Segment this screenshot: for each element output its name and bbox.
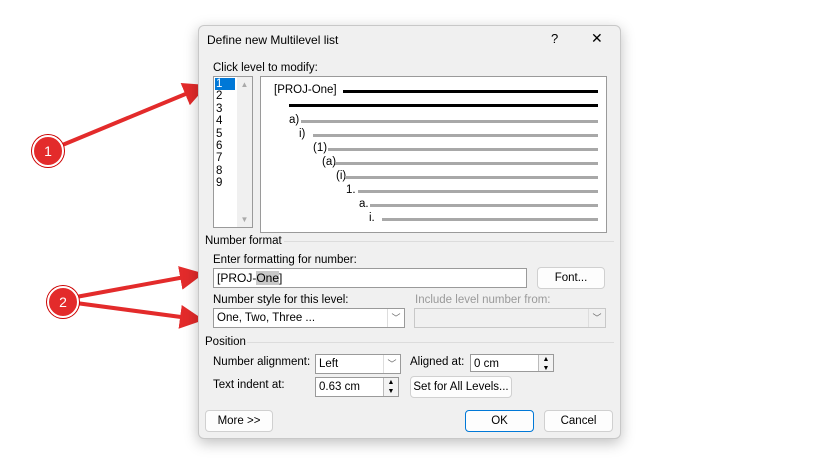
- level-item[interactable]: 5: [216, 128, 222, 140]
- preview-line: [313, 134, 598, 137]
- annotation-circle-1: 1: [32, 135, 64, 167]
- number-alignment-label: Number alignment:: [213, 356, 311, 368]
- alignment-value: Left: [319, 358, 339, 370]
- number-style-label: Number style for this level:: [213, 294, 349, 306]
- preview-line: [335, 162, 598, 165]
- format-text-end: ]: [279, 271, 283, 285]
- annotation-circle-2: 2: [47, 286, 79, 318]
- level-item[interactable]: 6: [216, 140, 222, 152]
- ok-button[interactable]: OK: [465, 410, 534, 432]
- preview-line: [328, 148, 598, 151]
- format-text: [PROJ-: [217, 271, 257, 285]
- levels-label: Click level to modify:: [213, 62, 318, 74]
- aligned-at-value: 0 cm: [474, 358, 499, 370]
- number-style-value: One, Two, Three ...: [217, 312, 316, 324]
- preview-line: [370, 204, 598, 207]
- arrow-1: [59, 83, 208, 148]
- text-indent-input[interactable]: 0.63 cm ▲ ▼: [315, 377, 399, 397]
- level-item[interactable]: 2: [216, 90, 222, 102]
- chevron-down-icon: ﹀: [383, 355, 400, 373]
- position-heading: Position: [205, 336, 246, 348]
- level-item[interactable]: 4: [216, 115, 222, 127]
- number-format-heading: Number format: [205, 235, 282, 247]
- enter-format-label: Enter formatting for number:: [213, 254, 357, 266]
- arrow-2b: [75, 301, 204, 329]
- indent-value: 0.63 cm: [319, 381, 360, 393]
- dialog-title: Define new Multilevel list: [207, 33, 339, 47]
- multilevel-list-dialog: Define new Multilevel list ? ✕ Click lev…: [198, 25, 621, 439]
- number-style-select[interactable]: One, Two, Three ... ﹀: [213, 308, 405, 328]
- level-item[interactable]: 1: [216, 78, 222, 90]
- chevron-down-icon: ﹀: [387, 309, 404, 327]
- level-item[interactable]: 8: [216, 165, 222, 177]
- list-scrollbar[interactable]: ▲ ▼: [237, 77, 252, 227]
- format-selected-text: One: [256, 271, 280, 285]
- include-level-select: ﹀: [414, 308, 606, 328]
- aligned-at-input[interactable]: 0 cm ▲ ▼: [470, 354, 554, 372]
- preview-level-label: (1): [313, 142, 328, 154]
- spinner-icon[interactable]: ▲ ▼: [383, 378, 398, 396]
- close-button[interactable]: ✕: [591, 30, 603, 47]
- preview-level-label: (a): [322, 156, 337, 168]
- level-listbox[interactable]: 123456789 ▲ ▼: [213, 76, 253, 228]
- preview-level-label: a.: [359, 198, 369, 210]
- level-item[interactable]: 7: [216, 152, 222, 164]
- arrow-2a: [75, 266, 204, 299]
- level-item[interactable]: 9: [216, 177, 222, 189]
- number-alignment-select[interactable]: Left ﹀: [315, 354, 401, 374]
- level-item[interactable]: 3: [216, 103, 222, 115]
- preview-line: [301, 120, 598, 123]
- help-button[interactable]: ?: [551, 31, 558, 46]
- chevron-down-icon: ﹀: [588, 309, 605, 327]
- text-indent-label: Text indent at:: [213, 379, 285, 391]
- aligned-at-label: Aligned at:: [410, 356, 465, 368]
- include-level-label: Include level number from:: [415, 294, 551, 306]
- preview-level-label: a): [289, 114, 300, 126]
- preview-line: [382, 218, 598, 221]
- cancel-button[interactable]: Cancel: [544, 410, 613, 432]
- preview-level-1: [PROJ-One]: [274, 84, 337, 96]
- preview-level-label: i.: [369, 212, 375, 224]
- preview-line: [345, 176, 598, 179]
- preview-line: [358, 190, 598, 193]
- list-preview: [PROJ-One] a) i) (1) (a) (i) 1. a. i.: [260, 76, 607, 233]
- more-button[interactable]: More >>: [205, 410, 273, 432]
- preview-level-label: i): [299, 128, 306, 140]
- spinner-icon[interactable]: ▲ ▼: [538, 355, 553, 372]
- preview-level-label: 1.: [346, 184, 356, 196]
- font-button[interactable]: Font...: [537, 267, 605, 289]
- format-input[interactable]: [PROJ-One]: [213, 268, 527, 288]
- set-all-levels-button[interactable]: Set for All Levels...: [410, 376, 512, 398]
